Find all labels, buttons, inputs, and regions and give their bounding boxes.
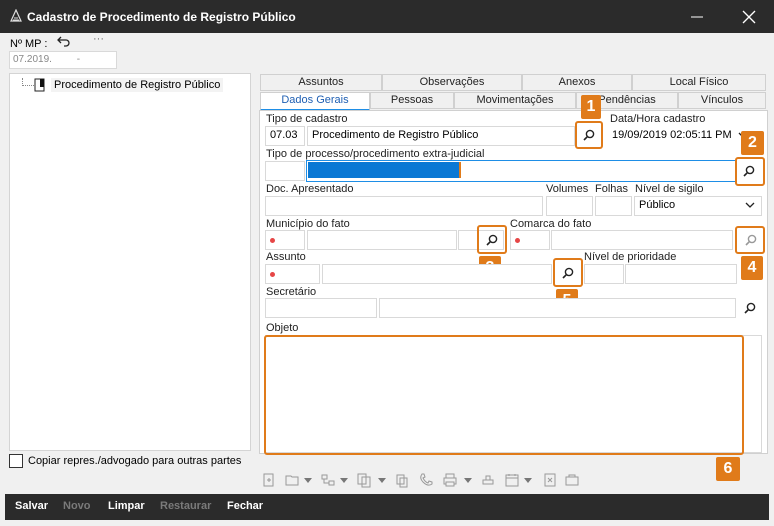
badge-2: 2 xyxy=(741,131,764,155)
clear-button-label: Limpar xyxy=(108,500,145,512)
tab-observacoes[interactable]: Observações xyxy=(382,74,522,91)
highlight-box-5 xyxy=(553,258,583,287)
minimize-icon[interactable] xyxy=(682,6,712,28)
volumes-label: Volumes xyxy=(546,183,589,195)
app-icon xyxy=(10,9,22,22)
search-icon xyxy=(744,302,756,314)
municipio-field[interactable] xyxy=(307,230,457,250)
chevron-down-icon[interactable] xyxy=(464,478,472,483)
badge-4: 4 xyxy=(741,256,763,280)
restore-button-label: Restaurar xyxy=(160,500,212,512)
link-icon[interactable] xyxy=(564,472,580,488)
chevron-down-icon[interactable] xyxy=(340,478,348,483)
assunto-field[interactable] xyxy=(322,264,552,284)
text-selection xyxy=(308,162,460,178)
data-hora-label: Data/Hora cadastro xyxy=(610,113,706,125)
highlight-box-3 xyxy=(477,225,507,254)
highlight-box-4 xyxy=(735,226,765,254)
mp-label: Nº MP : xyxy=(10,38,48,50)
tree-item-procedimento[interactable]: Procedimento de Registro Público xyxy=(51,78,224,92)
new-button-label: Novo xyxy=(63,500,91,512)
save-button-label: Salvar xyxy=(15,500,49,512)
nivel-sigilo-dropdown-icon[interactable] xyxy=(745,202,755,208)
close-button[interactable]: Fechar xyxy=(227,500,263,512)
attachment-icon[interactable] xyxy=(542,472,558,488)
undo-icon[interactable] xyxy=(57,35,71,47)
window-title: Cadastro de Procedimento de Registro Púb… xyxy=(27,10,296,24)
tab-vinculos[interactable]: Vínculos xyxy=(678,92,766,109)
nivel-prioridade-field[interactable] xyxy=(625,264,737,284)
folhas-label: Folhas xyxy=(595,183,629,195)
secretario-search-button[interactable] xyxy=(740,298,760,318)
copy-representative-label: Copiar repres./advogado para outras part… xyxy=(28,455,242,467)
procedure-tree[interactable]: Procedimento de Registro Público xyxy=(9,73,251,451)
volumes-field[interactable] xyxy=(546,196,593,216)
hierarchy-icon[interactable] xyxy=(320,472,336,488)
chevron-down-icon[interactable] xyxy=(304,478,312,483)
nivel-prioridade-code-field[interactable] xyxy=(584,264,624,284)
folhas-field[interactable] xyxy=(595,196,632,216)
highlight-box-1 xyxy=(575,121,603,149)
secretario-field[interactable] xyxy=(379,298,736,318)
tipo-cadastro-code-field[interactable]: 07.03 xyxy=(265,126,305,146)
copy-documents-icon[interactable] xyxy=(356,472,372,488)
highlight-box-2 xyxy=(735,157,765,186)
restore-button[interactable]: Restaurar xyxy=(160,500,211,512)
nivel-sigilo-label: Nível de sigilo xyxy=(635,183,704,195)
required-indicator xyxy=(270,272,275,277)
doc-apresentado-field[interactable] xyxy=(265,196,543,216)
tab-pessoas[interactable]: Pessoas xyxy=(370,92,454,109)
tab-assuntos[interactable]: Assuntos xyxy=(260,74,382,91)
tipo-cadastro-label: Tipo de cadastro xyxy=(266,113,348,125)
comarca-label: Comarca do fato xyxy=(510,218,592,230)
municipio-label: Município do fato xyxy=(266,218,350,230)
tipo-processo-code-field[interactable] xyxy=(265,161,305,181)
tipo-cadastro-field[interactable]: Procedimento de Registro Público xyxy=(307,126,575,146)
chevron-down-icon[interactable] xyxy=(524,478,532,483)
calendar-icon[interactable] xyxy=(504,472,520,488)
stamp-icon[interactable] xyxy=(480,472,496,488)
nivel-sigilo-select[interactable]: Público xyxy=(634,196,762,216)
phone-icon[interactable] xyxy=(418,472,434,488)
more-options-icon[interactable]: ··· xyxy=(93,33,104,45)
tab-local-fisico[interactable]: Local Físico xyxy=(632,74,766,91)
tab-dados-gerais[interactable]: Dados Gerais xyxy=(260,92,370,111)
close-button-label: Fechar xyxy=(227,500,264,512)
comarca-field[interactable] xyxy=(551,230,733,250)
chevron-down-icon[interactable] xyxy=(378,478,386,483)
document-icon xyxy=(34,78,45,92)
tab-movimentacoes[interactable]: Movimentações xyxy=(454,92,576,109)
mp-number-field[interactable]: 07.2019. - xyxy=(9,51,117,69)
folder-icon[interactable] xyxy=(284,472,300,488)
tipo-processo-field[interactable] xyxy=(306,160,736,182)
clear-button[interactable]: Limpar xyxy=(108,500,145,512)
duplicate-icon[interactable] xyxy=(394,472,410,488)
badge-6: 6 xyxy=(716,457,740,481)
data-hora-field[interactable]: 19/09/2019 02:05:11 PM xyxy=(607,126,755,146)
nivel-prioridade-label: Nível de prioridade xyxy=(584,251,677,263)
save-button[interactable]: Salvar xyxy=(15,500,48,512)
action-bar: Salvar Novo Limpar Restaurar Fechar xyxy=(5,494,769,520)
required-indicator xyxy=(515,238,520,243)
secretario-label: Secretário xyxy=(266,286,317,298)
title-bar: Cadastro de Procedimento de Registro Púb… xyxy=(0,0,774,33)
mp-number-prefix: 07.2019. xyxy=(13,54,52,65)
secretario-code-field[interactable] xyxy=(265,298,377,318)
add-document-icon[interactable] xyxy=(261,472,277,488)
assunto-label: Assunto xyxy=(266,251,306,263)
badge-1: 1 xyxy=(581,95,601,119)
new-button[interactable]: Novo xyxy=(63,500,91,512)
required-indicator xyxy=(270,238,275,243)
print-icon[interactable] xyxy=(442,472,458,488)
copy-representative-checkbox[interactable] xyxy=(9,454,23,468)
objeto-label: Objeto xyxy=(266,322,299,334)
tab-anexos[interactable]: Anexos xyxy=(522,74,632,91)
highlight-box-6 xyxy=(264,335,744,455)
close-icon[interactable] xyxy=(734,6,764,28)
mp-number-separator: - xyxy=(76,54,81,65)
doc-apresentado-label: Doc. Apresentado xyxy=(266,183,354,195)
tipo-processo-label: Tipo de processo/procedimento extra-judi… xyxy=(266,148,485,160)
